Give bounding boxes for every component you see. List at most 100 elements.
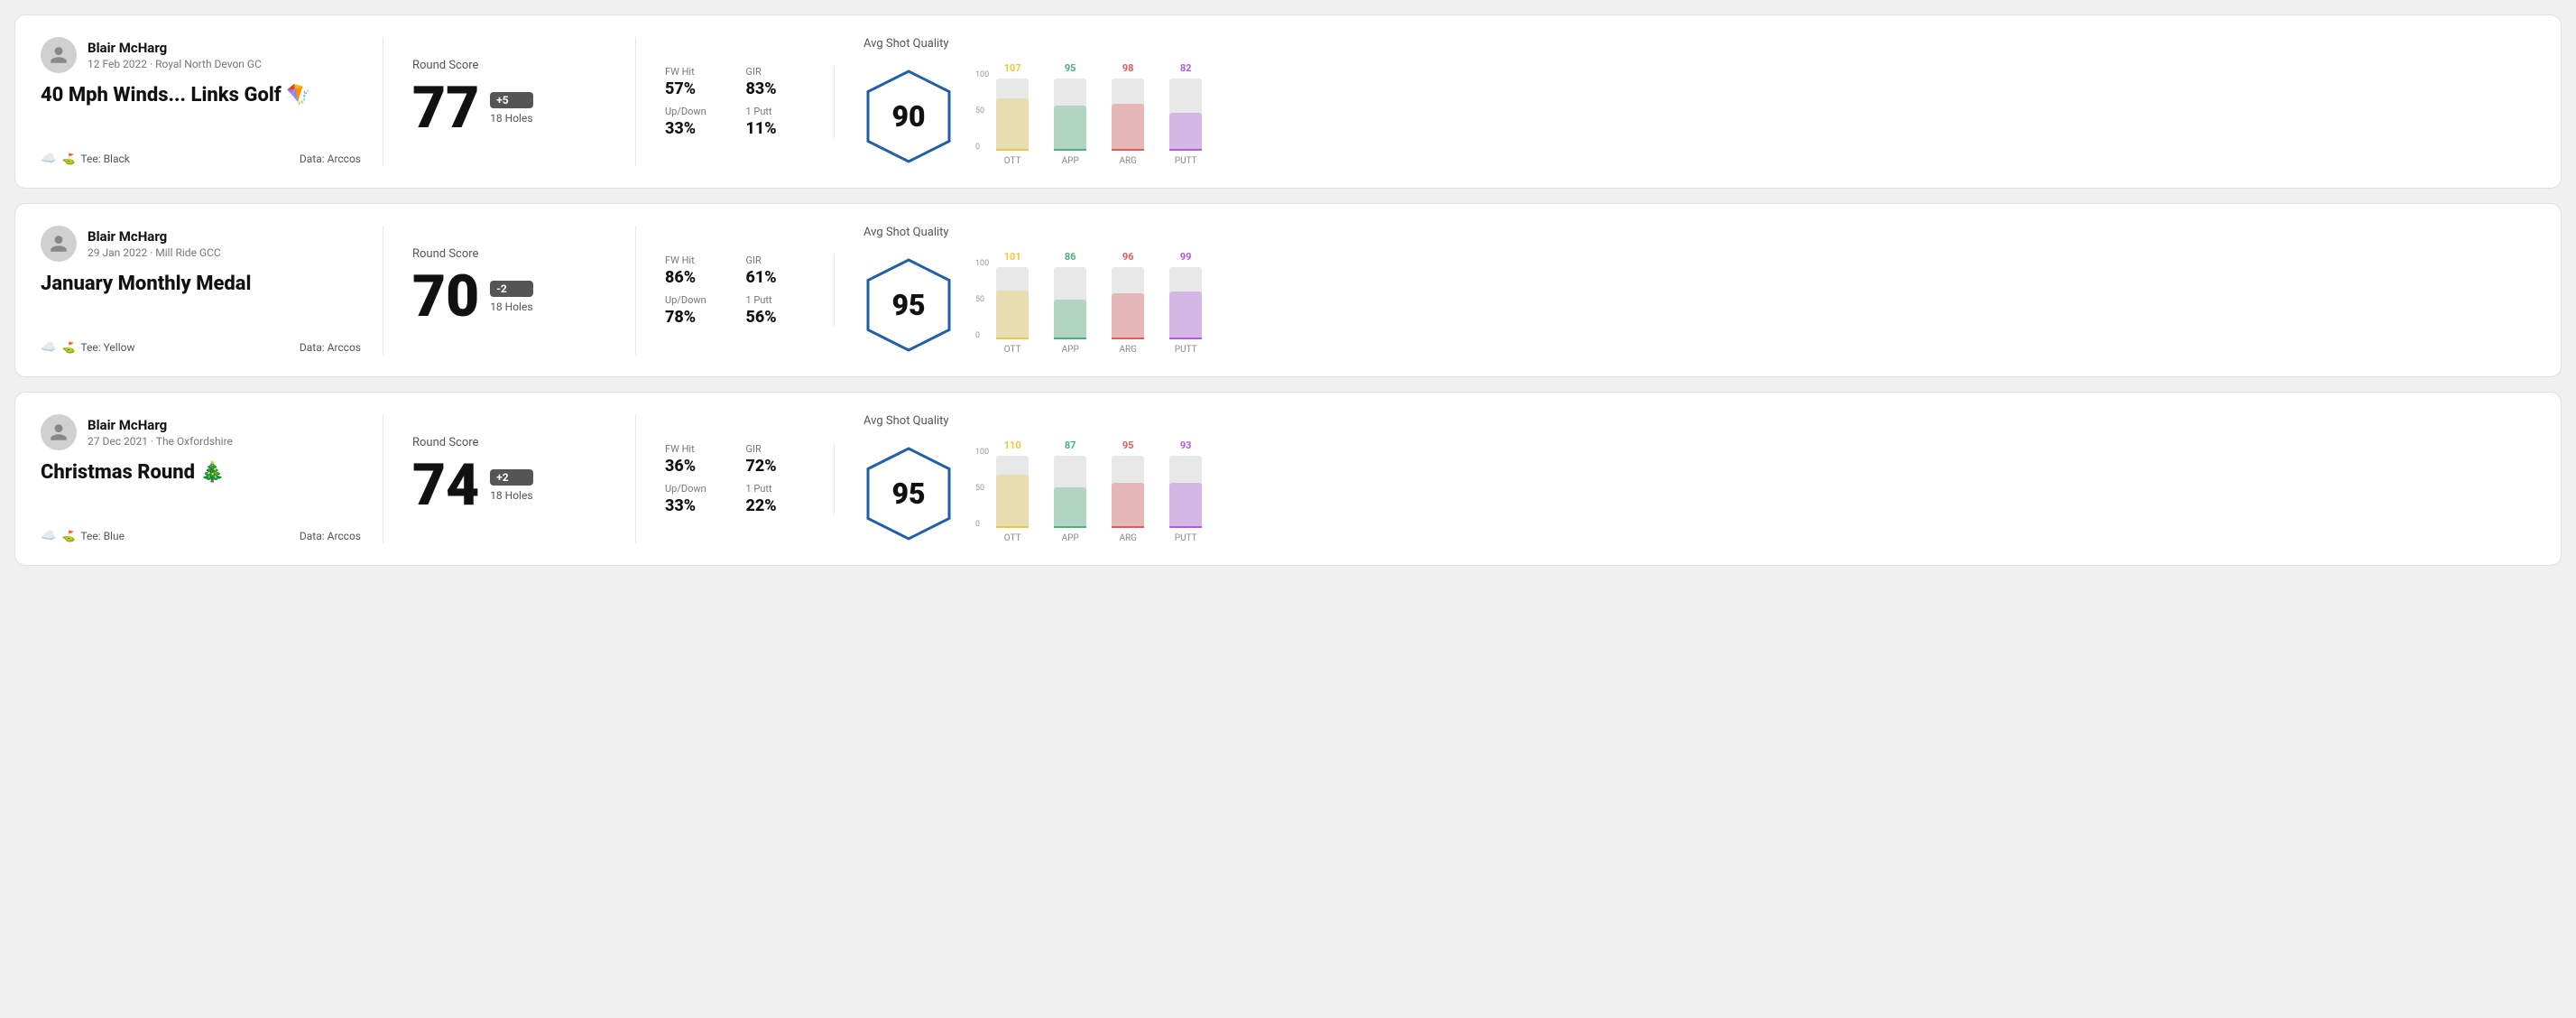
bar-bg-arg — [1112, 456, 1144, 528]
bar-value-putt: 99 — [1180, 251, 1192, 263]
oneputt-label: 1 Putt — [746, 483, 806, 495]
hexagon-wrapper: 95 — [863, 255, 954, 355]
score-row: 74 +2 18 Holes — [412, 457, 606, 514]
oneputt-value: 11% — [746, 119, 806, 138]
bar-line-arg — [1112, 338, 1144, 339]
bar-bg-putt — [1169, 456, 1202, 528]
weather-icon: ☁️ — [41, 529, 56, 543]
gir-stat: GIR 72% — [746, 443, 806, 476]
player-name: Blair McHarg — [88, 228, 221, 245]
bar-line-putt — [1169, 338, 1202, 339]
tee-info: ☁️ ⛳ Tee: Blue Data: Arccos — [41, 529, 361, 543]
round-score-label: Round Score — [412, 247, 606, 261]
oneputt-value: 22% — [746, 496, 806, 515]
score-badge-col: +5 18 Holes — [490, 92, 532, 125]
player-name: Blair McHarg — [88, 40, 262, 56]
bar-label-app: APP — [1062, 156, 1079, 166]
bar-col-app: 86 APP — [1050, 251, 1090, 355]
bar-label-putt: PUTT — [1175, 156, 1197, 166]
bar-col-putt: 82 PUTT — [1166, 62, 1205, 166]
bar-value-arg: 98 — [1122, 62, 1134, 74]
updown-value: 33% — [665, 496, 725, 515]
updown-value: 78% — [665, 308, 725, 327]
bar-value-putt: 82 — [1180, 62, 1192, 74]
bar-label-ott: OTT — [1004, 533, 1021, 543]
updown-value: 33% — [665, 119, 725, 138]
hex-score-value: 90 — [891, 99, 925, 134]
quality-header: Avg Shot Quality — [863, 37, 1205, 51]
bar-col-putt: 99 PUTT — [1166, 251, 1205, 355]
player-info: Blair McHarg 29 Jan 2022 · Mill Ride GCC — [41, 226, 361, 262]
weather-icon: ☁️ — [41, 340, 56, 355]
bar-fill-ott — [996, 291, 1029, 339]
stats-grid: FW Hit 57% GIR 83% Up/Down 33% 1 Putt 11… — [636, 66, 835, 138]
round-score-label: Round Score — [412, 59, 606, 72]
person-icon — [49, 45, 69, 65]
fw-hit-stat: FW Hit 57% — [665, 66, 725, 98]
gir-value: 83% — [746, 79, 806, 98]
bag-icon: ⛳ — [61, 530, 75, 542]
bar-fill-arg — [1112, 483, 1144, 528]
bar-line-arg — [1112, 526, 1144, 528]
fw-hit-stat: FW Hit 86% — [665, 255, 725, 287]
oneputt-stat: 1 Putt 22% — [746, 483, 806, 515]
bar-value-app: 95 — [1065, 62, 1076, 74]
score-badge-col: +2 18 Holes — [490, 469, 532, 502]
bar-bg-ott — [996, 267, 1029, 339]
gir-label: GIR — [746, 66, 806, 78]
avatar — [41, 226, 77, 262]
hexagon-wrapper: 95 — [863, 444, 954, 543]
bar-line-app — [1054, 149, 1086, 151]
quality-hex-container: Avg Shot Quality 95 100 50 0 110 — [863, 414, 1205, 543]
hexagon-wrapper: 90 — [863, 67, 954, 166]
bag-icon: ⛳ — [61, 153, 75, 165]
left-section: Blair McHarg 12 Feb 2022 · Royal North D… — [41, 37, 383, 166]
bar-bg-app — [1054, 79, 1086, 151]
fw-hit-value: 36% — [665, 457, 725, 476]
bar-col-ott: 101 OTT — [993, 251, 1032, 355]
person-icon — [49, 234, 69, 254]
oneputt-value: 56% — [746, 308, 806, 327]
bar-value-putt: 93 — [1180, 440, 1192, 451]
bar-label-app: APP — [1062, 533, 1079, 543]
updown-label: Up/Down — [665, 106, 725, 117]
quality-hex-container: Avg Shot Quality 90 100 50 0 107 — [863, 37, 1205, 166]
bar-value-ott: 110 — [1004, 440, 1021, 451]
fw-hit-label: FW Hit — [665, 443, 725, 455]
bar-line-putt — [1169, 526, 1202, 528]
score-section: Round Score 74 +2 18 Holes — [383, 414, 636, 543]
fw-hit-label: FW Hit — [665, 66, 725, 78]
bar-value-arg: 95 — [1122, 440, 1134, 451]
weather-icon: ☁️ — [41, 152, 56, 166]
bar-line-app — [1054, 338, 1086, 339]
bar-fill-arg — [1112, 104, 1144, 151]
holes-label: 18 Holes — [490, 301, 532, 313]
gir-label: GIR — [746, 443, 806, 455]
bar-col-arg: 96 ARG — [1108, 251, 1148, 355]
gir-label: GIR — [746, 255, 806, 266]
gir-stat: GIR 83% — [746, 66, 806, 98]
quality-content: 95 100 50 0 110 OTT 87 — [863, 435, 1205, 543]
player-info: Blair McHarg 12 Feb 2022 · Royal North D… — [41, 37, 361, 73]
bar-label-app: APP — [1062, 345, 1079, 355]
player-info: Blair McHarg 27 Dec 2021 · The Oxfordshi… — [41, 414, 361, 450]
bar-value-ott: 107 — [1004, 62, 1021, 74]
bar-label-putt: PUTT — [1175, 345, 1197, 355]
tee-info: ☁️ ⛳ Tee: Black Data: Arccos — [41, 152, 361, 166]
tee-label: Tee: Blue — [80, 530, 125, 542]
bar-fill-putt — [1169, 483, 1202, 528]
round-title: January Monthly Medal — [41, 273, 361, 295]
score-section: Round Score 77 +5 18 Holes — [383, 37, 636, 166]
bar-label-putt: PUTT — [1175, 533, 1197, 543]
bar-bg-putt — [1169, 79, 1202, 151]
bar-line-arg — [1112, 149, 1144, 151]
bar-line-app — [1054, 526, 1086, 528]
data-source: Data: Arccos — [300, 153, 361, 165]
score-badge: +5 — [490, 92, 532, 108]
bar-fill-putt — [1169, 113, 1202, 151]
bar-fill-arg — [1112, 293, 1144, 339]
score-value: 70 — [412, 268, 479, 326]
fw-hit-label: FW Hit — [665, 255, 725, 266]
updown-stat: Up/Down 33% — [665, 106, 725, 138]
player-details: Blair McHarg 12 Feb 2022 · Royal North D… — [88, 40, 262, 70]
